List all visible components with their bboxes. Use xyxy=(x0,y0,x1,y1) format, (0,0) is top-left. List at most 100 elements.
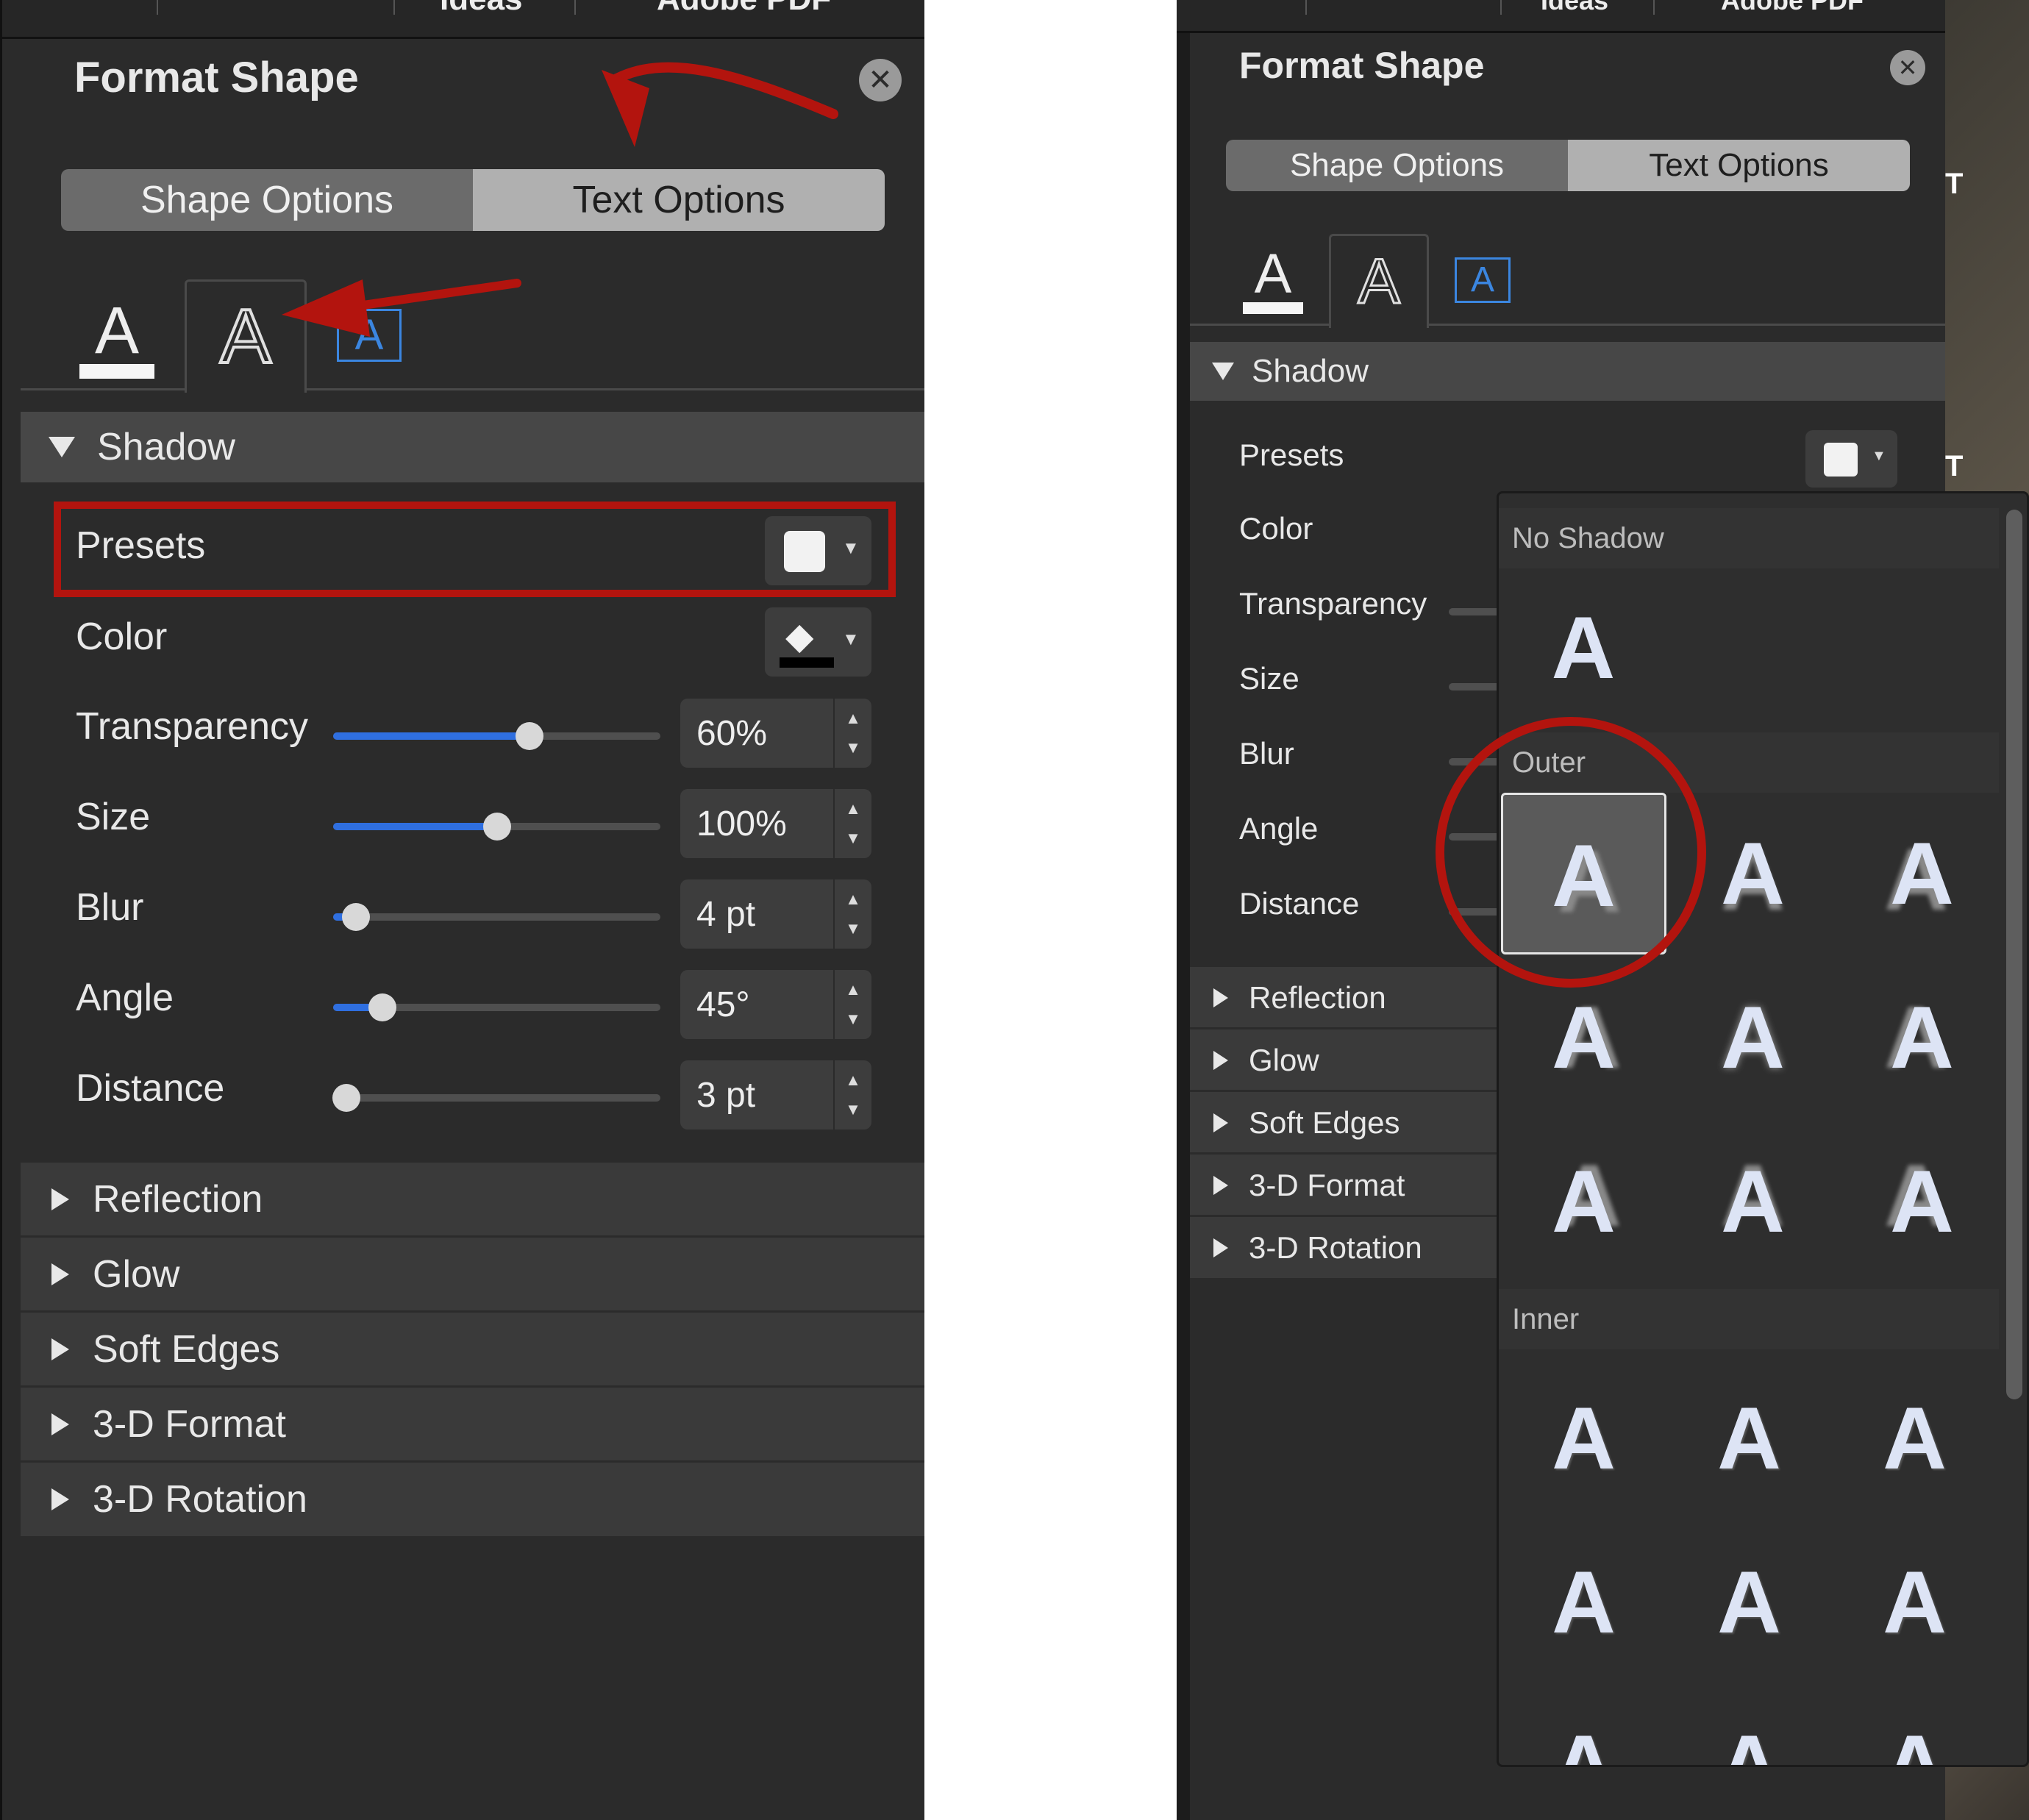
transparency-slider-knob[interactable] xyxy=(516,722,543,750)
triangle-down-icon xyxy=(1212,363,1234,380)
shadow-preset-inner-4[interactable]: A xyxy=(1501,1521,1666,1683)
size-slider-knob[interactable] xyxy=(483,813,511,841)
options-segmented-control: Shape Options Text Options xyxy=(1226,140,1910,191)
stepper-arrows[interactable]: ▲ ▼ xyxy=(833,789,871,858)
angle-slider[interactable] xyxy=(333,993,660,1021)
stepper-arrows[interactable]: ▲ ▼ xyxy=(833,699,871,768)
triangle-right-icon xyxy=(51,1488,69,1510)
transparency-slider[interactable] xyxy=(1449,608,1500,615)
panel-title: Format Shape xyxy=(1239,45,1485,86)
shadow-preset-outer-9[interactable]: A xyxy=(1839,1121,2005,1282)
no-shadow-caption: No Shadow xyxy=(1499,508,1999,568)
section-label: Soft Edges xyxy=(1249,1105,1400,1140)
size-stepper[interactable]: 100% ▲ ▼ xyxy=(680,789,871,858)
shadow-swatch xyxy=(1824,443,1858,477)
shadow-preset-inner-7[interactable]: A xyxy=(1501,1685,1666,1765)
section-soft-edges[interactable]: Soft Edges xyxy=(21,1310,924,1386)
shadow-header-label: Shadow xyxy=(1252,353,1369,389)
subtab-strip xyxy=(1190,232,1945,326)
blur-value[interactable]: 4 pt xyxy=(680,894,833,935)
format-shape-panel-left: Ideas Adobe PDF Format Shape ✕ Shape Opt… xyxy=(0,0,924,1820)
color-label: Color xyxy=(76,615,168,658)
format-shape-panel-right: T T Ideas Adobe PDF Format Shape ✕ Shape… xyxy=(1177,0,2029,1820)
chevron-up-icon[interactable]: ▲ xyxy=(845,794,861,824)
section-label: 3-D Rotation xyxy=(1249,1230,1422,1265)
section-3-d-rotation[interactable]: 3-D Rotation xyxy=(21,1460,924,1536)
distance-value[interactable]: 3 pt xyxy=(680,1075,833,1116)
shadow-preset-outer-6[interactable]: A xyxy=(1839,957,2005,1118)
ribbon-separator xyxy=(1305,0,1307,15)
distance-slider-knob[interactable] xyxy=(332,1084,360,1112)
shadow-preset-inner-5[interactable]: A xyxy=(1666,1521,1832,1683)
stepper-arrows[interactable]: ▲ ▼ xyxy=(833,1060,871,1130)
angle-label: Angle xyxy=(76,977,174,1019)
transparency-slider[interactable] xyxy=(333,722,660,750)
size-label: Size xyxy=(1239,661,1299,696)
section-label: Reflection xyxy=(93,1178,263,1221)
shadow-preset-inner-6[interactable]: A xyxy=(1832,1521,1997,1683)
size-value[interactable]: 100% xyxy=(680,804,833,844)
text-options-tab[interactable]: Text Options xyxy=(1568,140,1910,191)
chevron-up-icon[interactable]: ▲ xyxy=(845,975,861,1004)
blur-slider-knob[interactable] xyxy=(342,903,370,931)
shadow-presets-gallery[interactable]: No Shadow Outer Inner AAAAAAAAAAAAAAAAAA… xyxy=(1497,491,2029,1767)
triangle-right-icon xyxy=(51,1413,69,1435)
textbox-icon[interactable]: A xyxy=(1455,257,1511,303)
distance-slider[interactable] xyxy=(332,1084,660,1112)
angle-value[interactable]: 45° xyxy=(680,985,833,1025)
shadow-preset-inner-8[interactable]: A xyxy=(1666,1685,1832,1765)
chevron-down-icon[interactable]: ▼ xyxy=(845,914,861,943)
size-slider[interactable] xyxy=(1449,683,1500,690)
text-fill-outline-icon[interactable]: A xyxy=(1243,246,1303,314)
chevron-down-icon[interactable]: ▼ xyxy=(845,1095,861,1124)
triangle-right-icon xyxy=(51,1338,69,1360)
shadow-preset-inner-2[interactable]: A xyxy=(1666,1357,1832,1519)
stepper-arrows[interactable]: ▲ ▼ xyxy=(833,970,871,1039)
distance-label: Distance xyxy=(1239,886,1360,921)
chevron-down-icon[interactable]: ▼ xyxy=(845,733,861,763)
shadow-preset-inner-1[interactable]: A xyxy=(1501,1357,1666,1519)
shadow-preset-inner-9[interactable]: A xyxy=(1832,1685,1997,1765)
transparency-value[interactable]: 60% xyxy=(680,713,833,754)
ribbon-tab-ideas[interactable]: Ideas xyxy=(1541,0,1608,16)
transparency-stepper[interactable]: 60% ▲ ▼ xyxy=(680,699,871,768)
close-icon[interactable]: ✕ xyxy=(1890,50,1925,85)
shadow-section-header[interactable]: Shadow xyxy=(1190,342,1945,401)
annotation-highlight-box xyxy=(54,502,896,597)
chevron-up-icon[interactable]: ▲ xyxy=(845,1066,861,1095)
distance-stepper[interactable]: 3 pt ▲ ▼ xyxy=(680,1060,871,1130)
blur-stepper[interactable]: 4 pt ▲ ▼ xyxy=(680,879,871,949)
color-dropdown[interactable]: ◆ ▼ xyxy=(765,607,871,677)
ribbon-separator xyxy=(1500,0,1502,15)
section-3-d-format[interactable]: 3-D Format xyxy=(21,1385,924,1461)
section-glow[interactable]: Glow xyxy=(21,1235,924,1311)
shadow-preset-inner-3[interactable]: A xyxy=(1832,1357,1997,1519)
chevron-up-icon[interactable]: ▲ xyxy=(845,704,861,733)
chevron-up-icon[interactable]: ▲ xyxy=(845,885,861,914)
section-reflection[interactable]: Reflection xyxy=(21,1160,924,1236)
size-slider[interactable] xyxy=(333,813,660,841)
section-label: 3-D Format xyxy=(93,1403,286,1446)
ribbon-separator xyxy=(1653,0,1655,15)
shadow-preset-outer-7[interactable]: A xyxy=(1501,1121,1666,1282)
angle-label: Angle xyxy=(1239,811,1319,846)
angle-slider-knob[interactable] xyxy=(368,993,396,1021)
shadow-preset-outer-5[interactable]: A xyxy=(1670,957,1836,1118)
shape-options-tab[interactable]: Shape Options xyxy=(1226,140,1568,191)
chevron-down-icon[interactable]: ▼ xyxy=(845,1004,861,1034)
shadow-preset-outer-3[interactable]: A xyxy=(1839,793,2005,954)
inner-caption: Inner xyxy=(1499,1289,1999,1349)
presets-dropdown[interactable]: ▼ xyxy=(1805,430,1897,488)
text-effects-tab[interactable]: A xyxy=(1329,234,1429,328)
blur-slider[interactable] xyxy=(333,903,660,931)
chevron-down-icon[interactable]: ▼ xyxy=(845,824,861,853)
shadow-preset-outer-8[interactable]: A xyxy=(1670,1121,1836,1282)
shadow-preset-none[interactable]: A xyxy=(1499,574,1668,721)
angle-stepper[interactable]: 45° ▲ ▼ xyxy=(680,970,871,1039)
blur-label: Blur xyxy=(1239,736,1294,771)
distance-label: Distance xyxy=(76,1067,225,1110)
color-swatch xyxy=(780,657,834,668)
stepper-arrows[interactable]: ▲ ▼ xyxy=(833,879,871,949)
ribbon-tab-adobe-pdf[interactable]: Adobe PDF xyxy=(1721,0,1864,16)
gallery-scrollbar[interactable] xyxy=(2006,510,2022,1399)
